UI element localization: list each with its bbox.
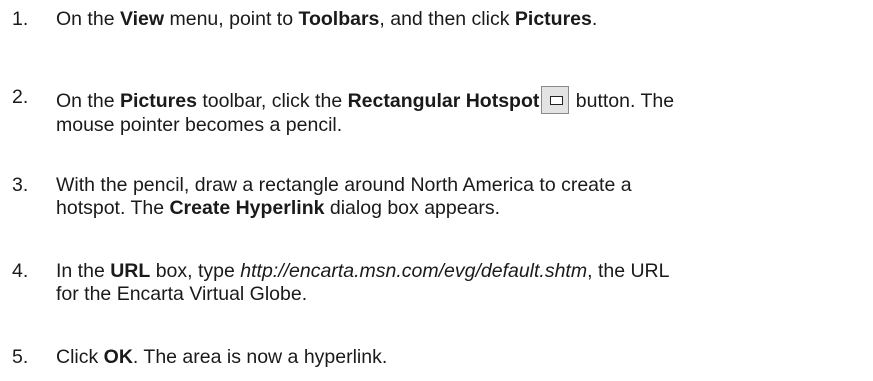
encarta-url: http://encarta.msn.com/evg/default.shtm — [240, 260, 588, 282]
rectangular-hotspot-icon — [541, 86, 570, 114]
step-number: 1. — [12, 8, 29, 30]
step-line: mouse pointer becomes a pencil. — [56, 114, 343, 136]
step-text: In the URL box, type http://encarta.msn.… — [56, 260, 856, 306]
step-text-segment: , the URL — [587, 260, 670, 282]
step-text-segment: Click — [56, 346, 104, 368]
step-text-segment: . — [591, 8, 598, 30]
step-text-segment: menu, point to — [164, 8, 299, 30]
step-line: In the URL box, type http://encarta.msn.… — [56, 260, 856, 283]
step-text-segment: On the — [56, 90, 120, 112]
step-line: On the Pictures toolbar, click the Recta… — [56, 86, 856, 114]
step-text: With the pencil, draw a rectangle around… — [56, 174, 856, 220]
step-text: On the View menu, point to Toolbars, and… — [56, 8, 856, 31]
pictures-toolbar-term: Pictures — [119, 90, 197, 112]
ok-term: OK — [103, 346, 133, 368]
step-line: With the pencil, draw a rectangle around… — [56, 174, 632, 196]
step-number: 4. — [12, 260, 29, 282]
toolbars-term: Toolbars — [298, 8, 380, 30]
step-text: On the Pictures toolbar, click the Recta… — [56, 86, 856, 137]
step-text-segment: . The area is now a hyperlink. — [132, 346, 388, 368]
view-menu-term: View — [119, 8, 165, 30]
step-line: for the Encarta Virtual Globe. — [56, 283, 308, 305]
step-text-segment: On the — [56, 8, 120, 30]
step-number: 5. — [12, 346, 29, 368]
step-text-segment: hotspot. The — [56, 197, 170, 219]
pictures-term: Pictures — [514, 8, 592, 30]
create-hyperlink-term: Create Hyperlink — [169, 197, 325, 219]
step-text: Click OK. The area is now a hyperlink. — [56, 346, 856, 369]
step-number: 3. — [12, 174, 29, 196]
rectangular-hotspot-term: Rectangular Hotspot — [347, 90, 540, 112]
step-text-segment: dialog box appears. — [324, 197, 501, 219]
step-line: hotspot. The Create Hyperlink dialog box… — [56, 197, 856, 220]
step-text-segment: button. The — [570, 90, 675, 112]
step-text-segment: toolbar, click the — [196, 90, 348, 112]
instruction-steps: 1. On the View menu, point to Toolbars, … — [0, 0, 873, 381]
url-term: URL — [110, 260, 151, 282]
step-text-segment: , and then click — [379, 8, 515, 30]
rectangle-glyph — [550, 96, 564, 105]
step-number: 2. — [12, 86, 29, 108]
step-text-segment: In the — [56, 260, 111, 282]
step-text-segment: box, type — [150, 260, 241, 282]
